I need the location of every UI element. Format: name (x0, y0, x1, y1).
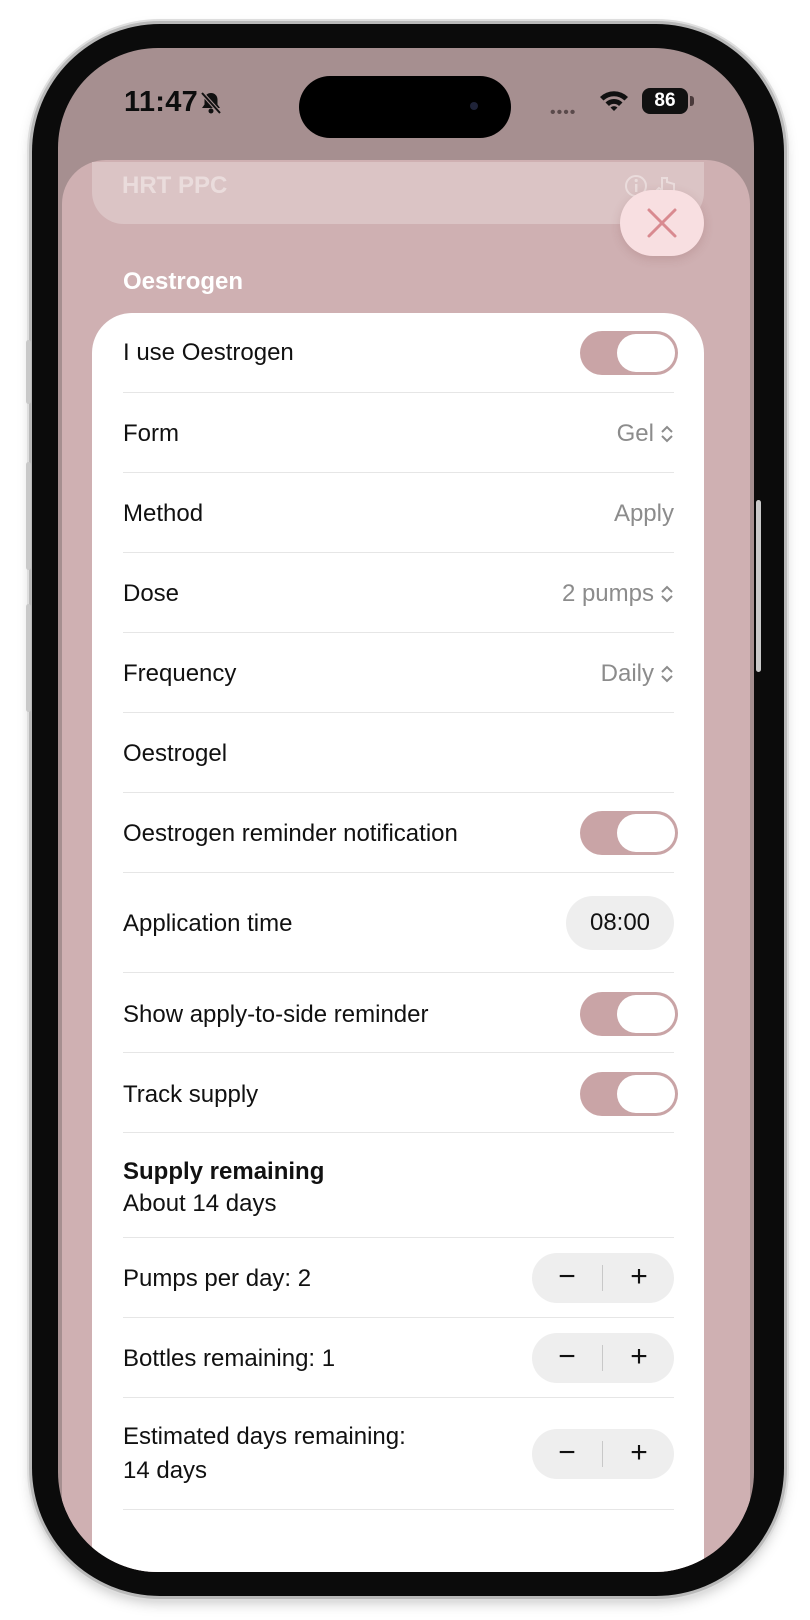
estimated-days-stepper: − + (532, 1429, 674, 1479)
reminder-label: Oestrogen reminder notification (123, 820, 458, 847)
decrement-button[interactable]: − (532, 1429, 602, 1479)
increment-button[interactable]: + (604, 1429, 674, 1479)
increment-button[interactable]: + (604, 1333, 674, 1383)
reminder-toggle[interactable] (580, 811, 678, 855)
toggle-knob (617, 995, 675, 1033)
battery-indicator: 86 (642, 88, 688, 114)
increment-button[interactable]: + (604, 1253, 674, 1303)
frequency-picker[interactable]: Daily (601, 660, 674, 688)
frequency-value: Daily (600, 660, 654, 687)
method-value: Apply (613, 500, 674, 527)
volume-down-button (26, 604, 31, 712)
use-oestrogen-row: I use Oestrogen (123, 313, 678, 393)
form-value: Gel (616, 420, 654, 447)
close-button[interactable] (620, 190, 704, 256)
volume-up-button (26, 462, 31, 570)
pumps-per-day-row: Pumps per day: 2 − + (123, 1238, 674, 1318)
application-time-label: Application time (123, 910, 293, 937)
chevron-up-down-icon (661, 665, 673, 683)
frequency-label: Frequency (123, 660, 237, 687)
stepper-divider (602, 1441, 603, 1467)
estimated-days-label: Estimated days remaining: (123, 1423, 406, 1450)
estimated-days-row: Estimated days remaining: 14 days − + (123, 1398, 674, 1510)
battery-tip (690, 96, 694, 106)
chevron-up-down-icon (661, 425, 673, 443)
stepper-divider (602, 1345, 603, 1371)
supply-remaining-value: About 14 days (123, 1190, 277, 1217)
bottles-remaining-stepper: − + (532, 1333, 674, 1383)
form-label: Form (123, 420, 179, 447)
toggle-knob (617, 334, 675, 372)
pumps-per-day-label: Pumps per day: 2 (123, 1265, 312, 1292)
method-label: Method (123, 500, 204, 527)
estimated-days-value: 14 days (123, 1457, 208, 1484)
side-reminder-label: Show apply-to-side reminder (123, 1001, 429, 1028)
supply-remaining-label: Supply remaining (123, 1158, 325, 1185)
pumps-per-day-stepper: − + (532, 1253, 674, 1303)
product-label: Oestrogel (123, 740, 228, 767)
oestrogen-settings-card: I use Oestrogen Form Gel Method Apply Do… (92, 313, 704, 1572)
power-button (756, 500, 761, 672)
chevron-up-down-icon (661, 585, 673, 603)
form-row[interactable]: Form Gel (123, 393, 674, 473)
screen: 11:47 •••• 86 HRT PPC Oestrogen I use Oe… (58, 48, 754, 1572)
stepper-divider (602, 1265, 603, 1291)
side-reminder-toggle[interactable] (580, 992, 678, 1036)
bell-slash-icon (200, 91, 222, 115)
cellular-signal: •••• (550, 104, 577, 121)
section-title: Oestrogen (123, 268, 244, 295)
side-reminder-row: Show apply-to-side reminder (123, 973, 678, 1053)
bottles-remaining-row: Bottles remaining: 1 − + (123, 1318, 674, 1398)
method-row: Method Apply (123, 473, 674, 553)
status-time: 11:47 (124, 86, 199, 118)
wifi-icon (600, 91, 628, 111)
use-oestrogen-toggle[interactable] (580, 331, 678, 375)
camera-dot (470, 102, 478, 110)
decrement-button[interactable]: − (532, 1333, 602, 1383)
close-icon (647, 208, 677, 238)
toggle-knob (617, 814, 675, 852)
sheet-header-title: HRT PPC (122, 172, 228, 199)
dose-value: 2 pumps (561, 580, 654, 607)
frequency-row[interactable]: Frequency Daily (123, 633, 674, 713)
track-supply-row: Track supply (123, 1053, 678, 1133)
application-time-row: Application time 08:00 (123, 873, 674, 973)
use-oestrogen-label: I use Oestrogen (123, 339, 294, 366)
dose-picker[interactable]: 2 pumps (562, 580, 674, 608)
bottles-remaining-label: Bottles remaining: 1 (123, 1345, 336, 1372)
track-supply-toggle[interactable] (580, 1072, 678, 1116)
track-supply-label: Track supply (123, 1081, 259, 1108)
action-button (26, 340, 31, 404)
form-picker[interactable]: Gel (617, 420, 674, 448)
supply-remaining-row: Supply remaining About 14 days (123, 1133, 674, 1238)
toggle-knob (617, 1075, 675, 1113)
sheet-header: HRT PPC (92, 162, 704, 224)
status-bar: 11:47 •••• 86 (58, 48, 754, 158)
dose-label: Dose (123, 580, 180, 607)
product-row: Oestrogel (123, 713, 674, 793)
dose-row[interactable]: Dose 2 pumps (123, 553, 674, 633)
settings-sheet: HRT PPC Oestrogen I use Oestrogen Form G… (62, 160, 750, 1572)
dynamic-island (299, 76, 511, 138)
decrement-button[interactable]: − (532, 1253, 602, 1303)
application-time-picker[interactable]: 08:00 (566, 896, 674, 950)
reminder-row: Oestrogen reminder notification (123, 793, 678, 873)
